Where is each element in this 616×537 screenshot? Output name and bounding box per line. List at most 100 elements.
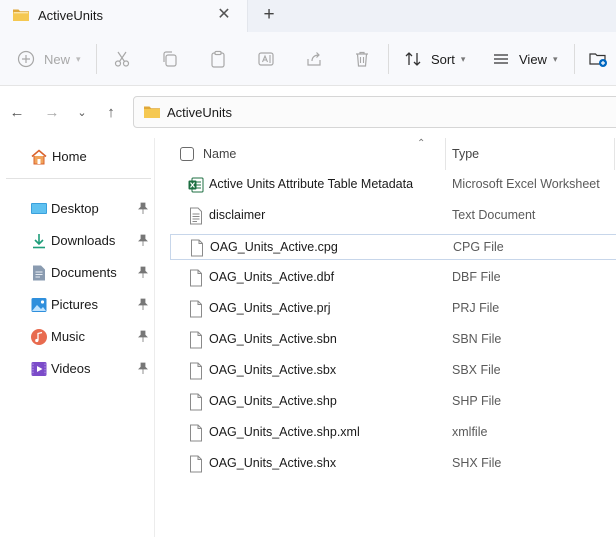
view-list-icon: [494, 54, 508, 64]
sidebar-item-videos[interactable]: Videos: [0, 355, 155, 383]
sidebar-item-pictures[interactable]: Pictures: [0, 291, 155, 319]
new-tab-icon[interactable]: +: [258, 4, 280, 26]
file-name: OAG_Units_Active.cpg: [210, 240, 338, 254]
tab-title: ActiveUnits: [38, 8, 104, 23]
column-header-type[interactable]: Type: [452, 147, 479, 161]
pin-icon[interactable]: [136, 329, 150, 343]
sidebar-label: Music: [51, 329, 85, 344]
file-name: OAG_Units_Active.shp.xml: [209, 425, 360, 439]
excel-icon: [188, 177, 204, 193]
text-file-icon: [190, 207, 202, 225]
file-type: SHP File: [452, 394, 502, 408]
new-label: New: [44, 51, 71, 67]
up-arrow-icon[interactable]: ↑: [101, 103, 121, 123]
sidebar-item-music[interactable]: Music: [0, 323, 155, 351]
pin-icon[interactable]: [136, 265, 150, 279]
pin-icon[interactable]: [136, 297, 150, 311]
cut-button[interactable]: [112, 46, 132, 72]
file-type: DBF File: [452, 270, 501, 284]
sidebar-label: Desktop: [51, 201, 99, 216]
pictures-icon: [31, 298, 47, 312]
file-name: disclaimer: [209, 208, 266, 222]
sidebar-item-downloads[interactable]: Downloads: [0, 227, 155, 255]
file-icon: [190, 362, 202, 380]
navigation-pane: Home Desktop Downloads Documents Picture…: [0, 138, 155, 537]
title-bar: ActiveUnits ✕ +: [0, 0, 616, 32]
clipboard-icon: [211, 50, 225, 68]
file-row[interactable]: OAG_Units_Active.shp.xml xmlfile: [170, 420, 616, 446]
sort-icon: [405, 52, 421, 66]
home-icon: [31, 149, 47, 165]
delete-button[interactable]: [352, 46, 372, 72]
column-divider[interactable]: [445, 138, 446, 170]
tab-active-units[interactable]: ActiveUnits ✕: [0, 0, 248, 32]
file-icon: [190, 269, 202, 287]
sidebar-label: Documents: [51, 265, 117, 280]
recent-chevron-down-icon[interactable]: ⌄: [72, 103, 92, 123]
toolbar-divider: [574, 44, 575, 74]
sidebar-item-desktop[interactable]: Desktop: [0, 195, 155, 223]
sidebar-label: Videos: [51, 361, 91, 376]
sidebar-item-home[interactable]: Home: [0, 143, 155, 171]
sidebar-item-documents[interactable]: Documents: [0, 259, 155, 287]
file-type: PRJ File: [452, 301, 500, 315]
file-icon: [190, 424, 202, 442]
forward-arrow-icon[interactable]: →: [42, 103, 62, 123]
file-type: Microsoft Excel Worksheet: [452, 177, 600, 191]
toolbar-divider: [96, 44, 97, 74]
command-bar: New ▾ Sort ▾ View ▾: [0, 32, 616, 86]
sidebar-label: Pictures: [51, 297, 98, 312]
toolbar-divider: [388, 44, 389, 74]
file-row[interactable]: OAG_Units_Active.cpg CPG File: [170, 234, 616, 260]
select-all-checkbox[interactable]: [180, 147, 194, 161]
file-row[interactable]: OAG_Units_Active.prj PRJ File: [170, 296, 616, 322]
view-button[interactable]: View ▾: [491, 46, 557, 72]
new-folder-button[interactable]: [588, 46, 608, 72]
trash-icon: [356, 51, 368, 67]
file-name: OAG_Units_Active.shp: [209, 394, 337, 408]
share-button[interactable]: [304, 46, 324, 72]
rename-button[interactable]: [256, 46, 276, 72]
file-type: CPG File: [453, 240, 504, 254]
file-name: OAG_Units_Active.prj: [209, 301, 331, 315]
folder-icon: [144, 106, 160, 118]
sort-label: Sort: [431, 51, 455, 67]
file-type: SBX File: [452, 363, 501, 377]
file-row[interactable]: disclaimer Text Document: [170, 203, 616, 229]
file-icon: [190, 331, 202, 349]
paste-button[interactable]: [208, 46, 228, 72]
column-divider[interactable]: [614, 138, 615, 170]
file-icon: [191, 239, 203, 257]
sidebar-label: Downloads: [51, 233, 116, 248]
rename-icon: [258, 52, 274, 66]
sidebar-divider: [6, 178, 151, 179]
file-row[interactable]: OAG_Units_Active.shx SHX File: [170, 451, 616, 477]
copy-button[interactable]: [160, 46, 180, 72]
file-name: OAG_Units_Active.sbx: [209, 363, 337, 377]
file-type: Text Document: [452, 208, 536, 222]
new-button[interactable]: New ▾: [16, 46, 81, 72]
file-type: SHX File: [452, 456, 502, 470]
file-row[interactable]: OAG_Units_Active.dbf DBF File: [170, 265, 616, 291]
pin-icon[interactable]: [136, 201, 150, 215]
file-row[interactable]: OAG_Units_Active.shp SHP File: [170, 389, 616, 415]
column-header-name[interactable]: Name: [203, 147, 236, 161]
file-row[interactable]: OAG_Units_Active.sbx SBX File: [170, 358, 616, 384]
file-row[interactable]: OAG_Units_Active.sbn SBN File: [170, 327, 616, 353]
back-arrow-icon[interactable]: ←: [7, 103, 27, 123]
file-name: Active Units Attribute Table Metadata: [209, 177, 414, 191]
file-icon: [190, 455, 202, 473]
sort-button[interactable]: Sort ▾: [403, 46, 465, 72]
breadcrumb-active-units[interactable]: ActiveUnits: [167, 105, 232, 120]
file-row[interactable]: Active Units Attribute Table Metadata Mi…: [170, 172, 616, 198]
view-label: View: [519, 51, 547, 67]
file-type: SBN File: [452, 332, 502, 346]
chevron-down-icon: ▾: [460, 53, 466, 64]
sidebar-label: Home: [52, 149, 87, 164]
close-tab-icon[interactable]: ✕: [214, 5, 234, 25]
address-bar[interactable]: ActiveUnits: [133, 96, 616, 128]
file-name: OAG_Units_Active.dbf: [209, 270, 335, 284]
pin-icon[interactable]: [136, 233, 150, 247]
file-icon: [190, 300, 202, 318]
pin-icon[interactable]: [136, 361, 150, 375]
